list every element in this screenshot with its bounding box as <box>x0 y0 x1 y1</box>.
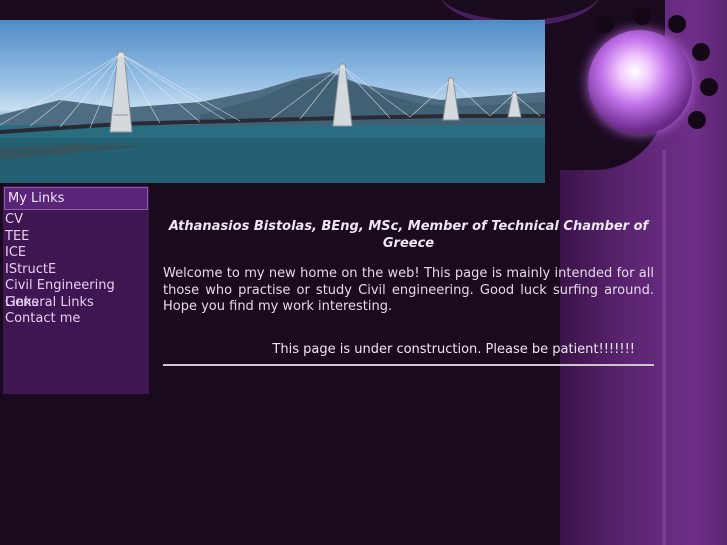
decorative-orb <box>588 30 692 134</box>
link-general[interactable]: General Links <box>3 295 149 312</box>
sidebar-links: My Links CV TEE ICE IStructE Civil Engin… <box>3 186 149 394</box>
page-title: Athanasios Bistolas, BEng, MSc, Member o… <box>168 219 649 251</box>
orb-icon <box>588 30 692 134</box>
decorative-dot <box>692 43 710 61</box>
link-istructe[interactable]: IStructE <box>3 262 149 279</box>
link-cv[interactable]: CV <box>3 212 149 229</box>
frame-stripe <box>662 150 666 545</box>
decorative-dot <box>688 111 706 129</box>
sidebar-header: My Links <box>4 187 148 210</box>
decorative-dot <box>700 78 718 96</box>
intro-text: Welcome to my new home on the web! This … <box>163 266 654 314</box>
decorative-dot <box>633 7 651 25</box>
bridge-banner-image <box>0 20 545 183</box>
link-ice[interactable]: ICE <box>3 245 149 262</box>
decorative-dot <box>668 15 686 33</box>
divider <box>163 363 654 366</box>
construction-notice: This page is under construction. Please … <box>272 341 635 357</box>
link-tee[interactable]: TEE <box>3 229 149 246</box>
main-content: Athanasios Bistolas, BEng, MSc, Member o… <box>163 218 654 366</box>
link-civil-engineering[interactable]: Civil Engineering Links <box>3 278 149 310</box>
decorative-dot <box>596 15 614 33</box>
link-contact[interactable]: Contact me <box>3 311 149 328</box>
